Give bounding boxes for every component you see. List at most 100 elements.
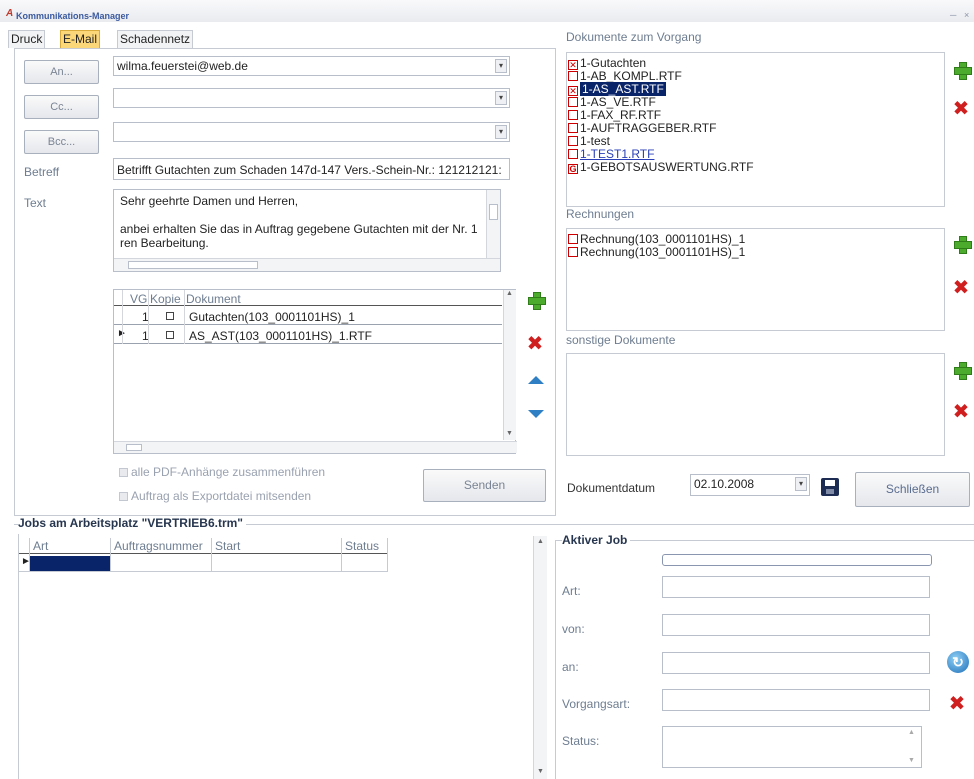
col-status: Status [345,539,380,553]
jobs-header-row [19,538,387,554]
list-item[interactable]: 1-AB_KOMPL.RTF [568,70,682,82]
tab-druck[interactable]: Druck [8,30,46,48]
documents-title: Dokumente zum Vorgang [566,30,702,44]
cc-button[interactable]: Cc... [24,95,99,119]
text-vertical-scrollbar[interactable] [486,190,500,258]
checkbox-icon[interactable] [568,234,578,244]
send-button[interactable]: Senden [423,469,546,502]
cc-combo[interactable]: ▾ [113,88,510,108]
export-checkbox[interactable]: Auftrag als Exportdatei mitsenden [119,489,311,503]
row-document: Gutachten(103_0001101HS)_1 [189,310,355,324]
checkbox-icon[interactable] [568,149,578,159]
document-date-picker[interactable]: 02.10.2008 ▾ [690,474,810,496]
to-combo[interactable]: wilma.feuerstei@web.de ▾ [113,56,510,76]
status-field[interactable]: ▲ ▼ [662,726,922,768]
add-attachment-icon[interactable] [528,292,546,310]
list-item[interactable]: G 1-GEBOTSAUSWERTUNG.RTF [568,161,754,174]
list-item[interactable]: 1-AUFTRAGGEBER.RTF [568,122,716,134]
subject-input[interactable]: Betrifft Gutachten zum Schaden 147d-147 … [113,158,510,180]
other-documents-list[interactable] [566,353,945,456]
col-vg: VG [130,292,148,306]
grid-vertical-scrollbar[interactable]: ▲ ▼ [503,290,516,440]
checked-box-icon[interactable]: ✕ [568,60,578,70]
save-icon[interactable] [821,478,839,496]
text-area[interactable]: Sehr geehrte Damen und Herren, anbei erh… [113,189,501,272]
list-item[interactable]: Rechnung(103_0001101HS)_1 [568,233,745,245]
tab-email[interactable]: E-Mail [60,30,101,48]
list-item[interactable]: 1-FAX_RF.RTF [568,109,661,121]
col-art: Art [33,539,49,553]
selected-cell[interactable] [30,556,110,571]
subject-value: Betrifft Gutachten zum Schaden 147d-147 … [117,163,502,177]
checkbox-icon[interactable] [568,71,578,81]
export-label: Auftrag als Exportdatei mitsenden [131,489,312,503]
delete-document-icon[interactable]: ✖ [952,98,970,118]
von-field[interactable] [662,614,930,636]
list-item[interactable]: 1-test [568,135,610,147]
bcc-combo[interactable]: ▾ [113,122,510,142]
minimize-icon[interactable]: ─ [950,10,956,20]
vorgangsart-field[interactable] [662,689,930,711]
other-documents-title: sonstige Dokumente [566,333,676,347]
chevron-down-icon[interactable]: ▾ [495,91,507,105]
checkbox-icon[interactable] [568,247,578,257]
add-other-icon[interactable] [954,362,972,380]
copy-checkbox[interactable] [166,312,174,320]
document-date-value: 02.10.2008 [694,477,755,491]
list-item[interactable]: Rechnung(103_0001101HS)_1 [568,246,745,258]
merge-pdf-label: alle PDF-Anhänge zusammenführen [131,465,326,479]
documents-list[interactable]: ✕ 1-Gutachten 1-AB_KOMPL.RTF ✕ 1-AS_AST.RT… [566,52,945,207]
checkbox-icon[interactable] [568,136,578,146]
text-line: anbei erhalten Sie das in Auftrag gegebe… [120,222,478,236]
scroll-thumb[interactable] [126,444,142,451]
col-kopie: Kopie [150,292,181,306]
art-field[interactable] [662,576,930,598]
chevron-down-icon[interactable]: ▾ [495,59,507,73]
delete-other-icon[interactable]: ✖ [952,401,970,421]
list-item[interactable]: 1-AS_VE.RTF [568,96,656,108]
row-document: AS_AST(103_0001101HS)_1.RTF [189,329,372,343]
scroll-thumb[interactable] [128,261,258,269]
invoices-list[interactable]: Rechnung(103_0001101HS)_1 Rechnung(103_0… [566,228,945,331]
delete-invoice-icon[interactable]: ✖ [952,277,970,297]
app-logo-icon: A [6,8,14,19]
bcc-button[interactable]: Bcc... [24,130,99,154]
merge-pdf-checkbox[interactable]: alle PDF-Anhänge zusammenführen [119,465,325,479]
add-invoice-icon[interactable] [954,236,972,254]
checkbox-icon[interactable] [568,110,578,120]
subject-label: Betreff [24,165,60,179]
art-label: Art: [562,584,581,598]
checkbox-icon[interactable] [568,97,578,107]
text-body: Sehr geehrte Damen und Herren, anbei erh… [120,194,480,250]
tab-schadennetz[interactable]: Schadennetz [117,30,194,48]
text-label: Text [24,196,47,210]
col-auftragsnummer: Auftragsnummer [114,539,203,553]
move-up-icon[interactable] [528,376,544,384]
checked-box-icon[interactable]: ✕ [568,86,578,96]
text-horizontal-scrollbar[interactable] [114,258,500,271]
von-label: von: [562,622,585,636]
delete-job-icon[interactable]: ✖ [948,693,966,713]
to-value: wilma.feuerstei@web.de [117,59,248,73]
add-document-icon[interactable] [954,62,972,80]
list-item[interactable]: 1-TEST1.RTF [568,148,654,160]
col-dokument: Dokument [186,292,241,306]
document-date-label: Dokumentdatum [567,481,656,495]
scroll-thumb[interactable] [489,204,498,220]
jobs-title: Jobs am Arbeitsplatz "VERTRIEB6.trm" [18,516,246,530]
chevron-down-icon[interactable]: ▾ [495,125,507,139]
close-window-icon[interactable]: × [964,10,969,20]
copy-checkbox[interactable] [166,331,174,339]
move-down-icon[interactable] [528,410,544,418]
text-line [120,208,480,222]
checkbox-icon[interactable] [568,123,578,133]
chevron-down-icon[interactable]: ▾ [795,477,807,491]
grid-horizontal-scrollbar[interactable] [114,441,517,453]
close-button[interactable]: Schließen [855,472,970,507]
g-box-icon[interactable]: G [568,164,578,174]
an-field[interactable] [662,652,930,674]
delete-attachment-icon[interactable]: ✖ [526,333,544,353]
to-button[interactable]: An... [24,60,99,84]
refresh-icon[interactable]: ↻ [947,651,969,673]
jobs-vertical-scrollbar[interactable]: ▲ ▼ [533,536,547,779]
